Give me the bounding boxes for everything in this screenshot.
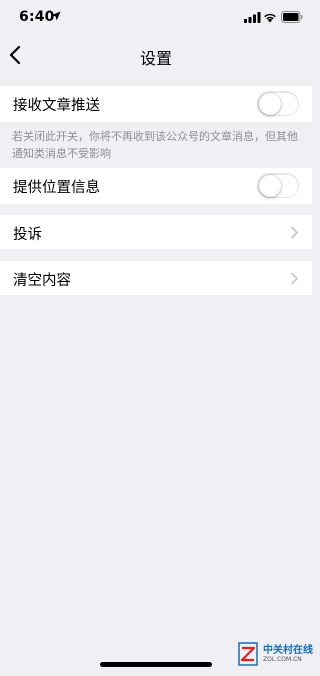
receive-articles-label: 接收文章推送 (13, 98, 100, 114)
provide-location-toggle[interactable] (257, 173, 299, 198)
cellular-signal-icon (244, 12, 261, 23)
chevron-right-icon (291, 272, 298, 285)
provide-location-row: 提供位置信息 (0, 168, 312, 204)
toggle-knob (258, 174, 281, 197)
wifi-icon (264, 13, 276, 23)
watermark-name: 中关村在线 (263, 645, 313, 656)
provide-location-label: 提供位置信息 (13, 180, 100, 196)
complaint-row[interactable]: 投诉 (0, 215, 312, 249)
status-time: 6:40 (19, 9, 55, 25)
clear-content-row[interactable]: 清空内容 (0, 261, 312, 295)
home-indicator[interactable] (100, 662, 212, 667)
navigation-bar: 设置 (0, 38, 312, 72)
battery-icon (281, 11, 303, 23)
status-bar: 6:40 (0, 0, 312, 38)
watermark: 中关村在线 ZOL.COM.CN (236, 640, 313, 670)
location-arrow-icon (51, 11, 61, 21)
complaint-label: 投诉 (13, 227, 42, 243)
receive-articles-row: 接收文章推送 (0, 86, 312, 122)
page-title: 设置 (139, 49, 172, 68)
toggle-knob (258, 92, 281, 115)
receive-articles-note: 若关闭此开关，你将不再收到该公众号的文章消息，但其他通知类消息不受影响 (12, 130, 298, 160)
clear-content-label: 清空内容 (13, 273, 71, 289)
watermark-url: ZOL.COM.CN (263, 656, 302, 663)
zol-logo-icon (238, 642, 258, 666)
chevron-right-icon (291, 226, 298, 239)
receive-articles-toggle[interactable] (257, 91, 299, 116)
